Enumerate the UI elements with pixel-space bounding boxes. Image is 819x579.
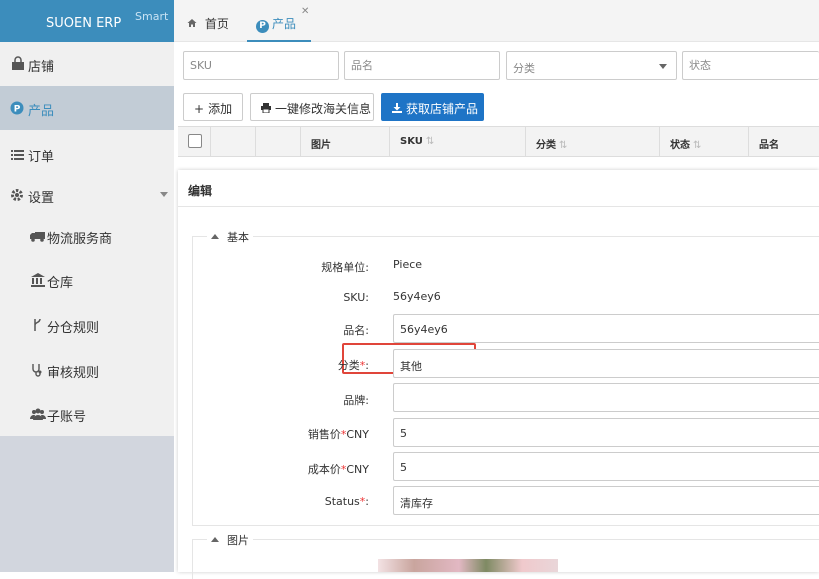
chevron-down-icon bbox=[160, 192, 168, 197]
chevron-down-icon bbox=[659, 64, 667, 69]
category-field[interactable]: 其他 bbox=[393, 349, 819, 378]
status-filter-input[interactable] bbox=[682, 51, 819, 80]
shopping-bag-icon bbox=[10, 56, 26, 72]
sidebar-item-audit-rules[interactable]: 审核规则 bbox=[0, 348, 174, 392]
download-icon bbox=[392, 102, 402, 116]
stethoscope-icon bbox=[30, 362, 46, 378]
brand-header[interactable]: SUOEN ERP Smart bbox=[0, 0, 174, 42]
brand-label: 品牌: bbox=[343, 394, 369, 407]
sidebar-item-split-rules[interactable]: 分仓规则 bbox=[0, 303, 174, 347]
sidebar-item-label: 物流服务商 bbox=[47, 232, 113, 247]
divider bbox=[178, 206, 819, 207]
edit-panel: 编辑 基本 规格单位: Piece SKU: 56y4ey6 品名: 56y4e… bbox=[178, 170, 819, 579]
product-p-icon: P bbox=[10, 100, 26, 116]
tab-home[interactable]: 首页 bbox=[184, 0, 246, 42]
tab-label: 首页 bbox=[204, 17, 229, 31]
sku-filter-input[interactable] bbox=[183, 51, 339, 80]
column-header-image[interactable]: 图片 bbox=[301, 127, 390, 156]
select-all-cell bbox=[178, 127, 211, 156]
chevron-up-icon bbox=[211, 537, 219, 542]
category-filter-select[interactable]: 分类 bbox=[506, 51, 677, 80]
button-label: 添加 bbox=[208, 102, 233, 116]
button-label: 一键修改海关信息 bbox=[275, 102, 372, 116]
product-p-icon: P bbox=[256, 20, 269, 33]
name-filter-input[interactable] bbox=[344, 51, 500, 80]
basic-section: 基本 规格单位: Piece SKU: 56y4ey6 品名: 56y4ey6 … bbox=[192, 229, 819, 526]
brand-tag: Smart bbox=[135, 10, 169, 23]
printer-icon bbox=[261, 102, 271, 116]
button-label: 获取店铺产品 bbox=[406, 102, 479, 116]
column-header-name[interactable]: 品名 bbox=[749, 127, 819, 156]
sidebar-item-label: 店铺 bbox=[28, 60, 55, 75]
name-label: 品名: bbox=[343, 324, 369, 337]
price-label: 销售价*CNY bbox=[307, 428, 369, 441]
sidebar-item-product[interactable]: P 产品 bbox=[0, 86, 174, 130]
chevron-up-icon bbox=[211, 234, 219, 239]
price-field[interactable]: 5 bbox=[393, 418, 819, 447]
sku-value: 56y4ey6 bbox=[393, 290, 441, 303]
category-label: 分类*: bbox=[337, 359, 369, 372]
bank-icon bbox=[30, 272, 46, 288]
sidebar-item-logistics[interactable]: 物流服务商 bbox=[0, 214, 174, 258]
tab-bar: 首页 P 产品 ✕ bbox=[174, 0, 819, 42]
column-header-category[interactable]: 分类 ⇅ bbox=[526, 127, 660, 156]
sidebar-item-shop[interactable]: 店铺 bbox=[0, 42, 174, 86]
sort-icon: ⇅ bbox=[559, 140, 568, 151]
image-section-toggle[interactable]: 图片 bbox=[207, 532, 253, 548]
sidebar-menu: 店铺 P 产品 订单 设置 物流服务商 仓库 分仓规则 审核规则 子账号 bbox=[0, 42, 174, 436]
status-field[interactable]: 清库存 bbox=[393, 486, 819, 515]
sidebar-item-label: 产品 bbox=[28, 104, 55, 119]
basic-section-toggle[interactable]: 基本 bbox=[207, 229, 253, 245]
sidebar-item-label: 仓库 bbox=[47, 276, 74, 291]
fetch-store-products-button[interactable]: 获取店铺产品 bbox=[381, 93, 484, 121]
sidebar-item-orders[interactable]: 订单 bbox=[0, 132, 174, 176]
column-header-status[interactable]: 状态 ⇅ bbox=[660, 127, 749, 156]
select-all-checkbox[interactable] bbox=[188, 134, 202, 148]
cost-label: 成本价*CNY bbox=[307, 463, 369, 476]
batch-customs-button[interactable]: 一键修改海关信息 bbox=[250, 93, 374, 121]
name-field[interactable]: 56y4ey6 bbox=[393, 314, 819, 343]
sidebar-item-settings[interactable]: 设置 bbox=[0, 173, 174, 217]
column-header-sku[interactable]: SKU ⇅ bbox=[390, 127, 526, 156]
tab-label: 产品 bbox=[272, 17, 297, 31]
close-icon[interactable]: ✕ bbox=[301, 6, 309, 17]
sidebar: SUOEN ERP Smart 店铺 P 产品 订单 设置 物流服务商 仓库 分… bbox=[0, 0, 174, 572]
sort-icon: ⇅ bbox=[425, 136, 435, 147]
sort-icon: ⇅ bbox=[693, 140, 702, 151]
product-image[interactable] bbox=[378, 559, 558, 572]
sidebar-item-subaccounts[interactable]: 子账号 bbox=[0, 392, 174, 436]
sidebar-item-label: 子账号 bbox=[47, 410, 87, 425]
plus-icon: + bbox=[194, 102, 205, 116]
sidebar-item-warehouse[interactable]: 仓库 bbox=[0, 258, 174, 302]
table-header: 图片 SKU ⇅ 分类 ⇅ 状态 ⇅ 品名 bbox=[178, 126, 819, 157]
unit-label: 规格单位: bbox=[321, 261, 369, 274]
list-icon bbox=[10, 146, 26, 162]
users-icon bbox=[29, 406, 47, 422]
brand-name: SUOEN ERP bbox=[46, 16, 122, 31]
select-label: 分类 bbox=[513, 62, 535, 75]
brand-field[interactable] bbox=[393, 383, 819, 412]
cost-field[interactable]: 5 bbox=[393, 452, 819, 481]
unit-value: Piece bbox=[393, 258, 423, 271]
status-label: Status*: bbox=[324, 495, 369, 508]
truck-icon bbox=[30, 228, 46, 244]
add-button[interactable]: + 添加 bbox=[183, 93, 243, 121]
home-icon bbox=[187, 17, 197, 31]
sidebar-item-label: 订单 bbox=[28, 150, 55, 165]
svg-text:P: P bbox=[14, 105, 21, 115]
sku-label: SKU: bbox=[343, 291, 369, 304]
sidebar-item-label: 设置 bbox=[28, 191, 55, 206]
sidebar-item-label: 审核规则 bbox=[47, 366, 100, 381]
branch-icon bbox=[30, 317, 46, 333]
sidebar-item-label: 分仓规则 bbox=[47, 321, 100, 336]
edit-panel-title: 编辑 bbox=[188, 184, 213, 198]
gear-icon bbox=[10, 187, 26, 203]
